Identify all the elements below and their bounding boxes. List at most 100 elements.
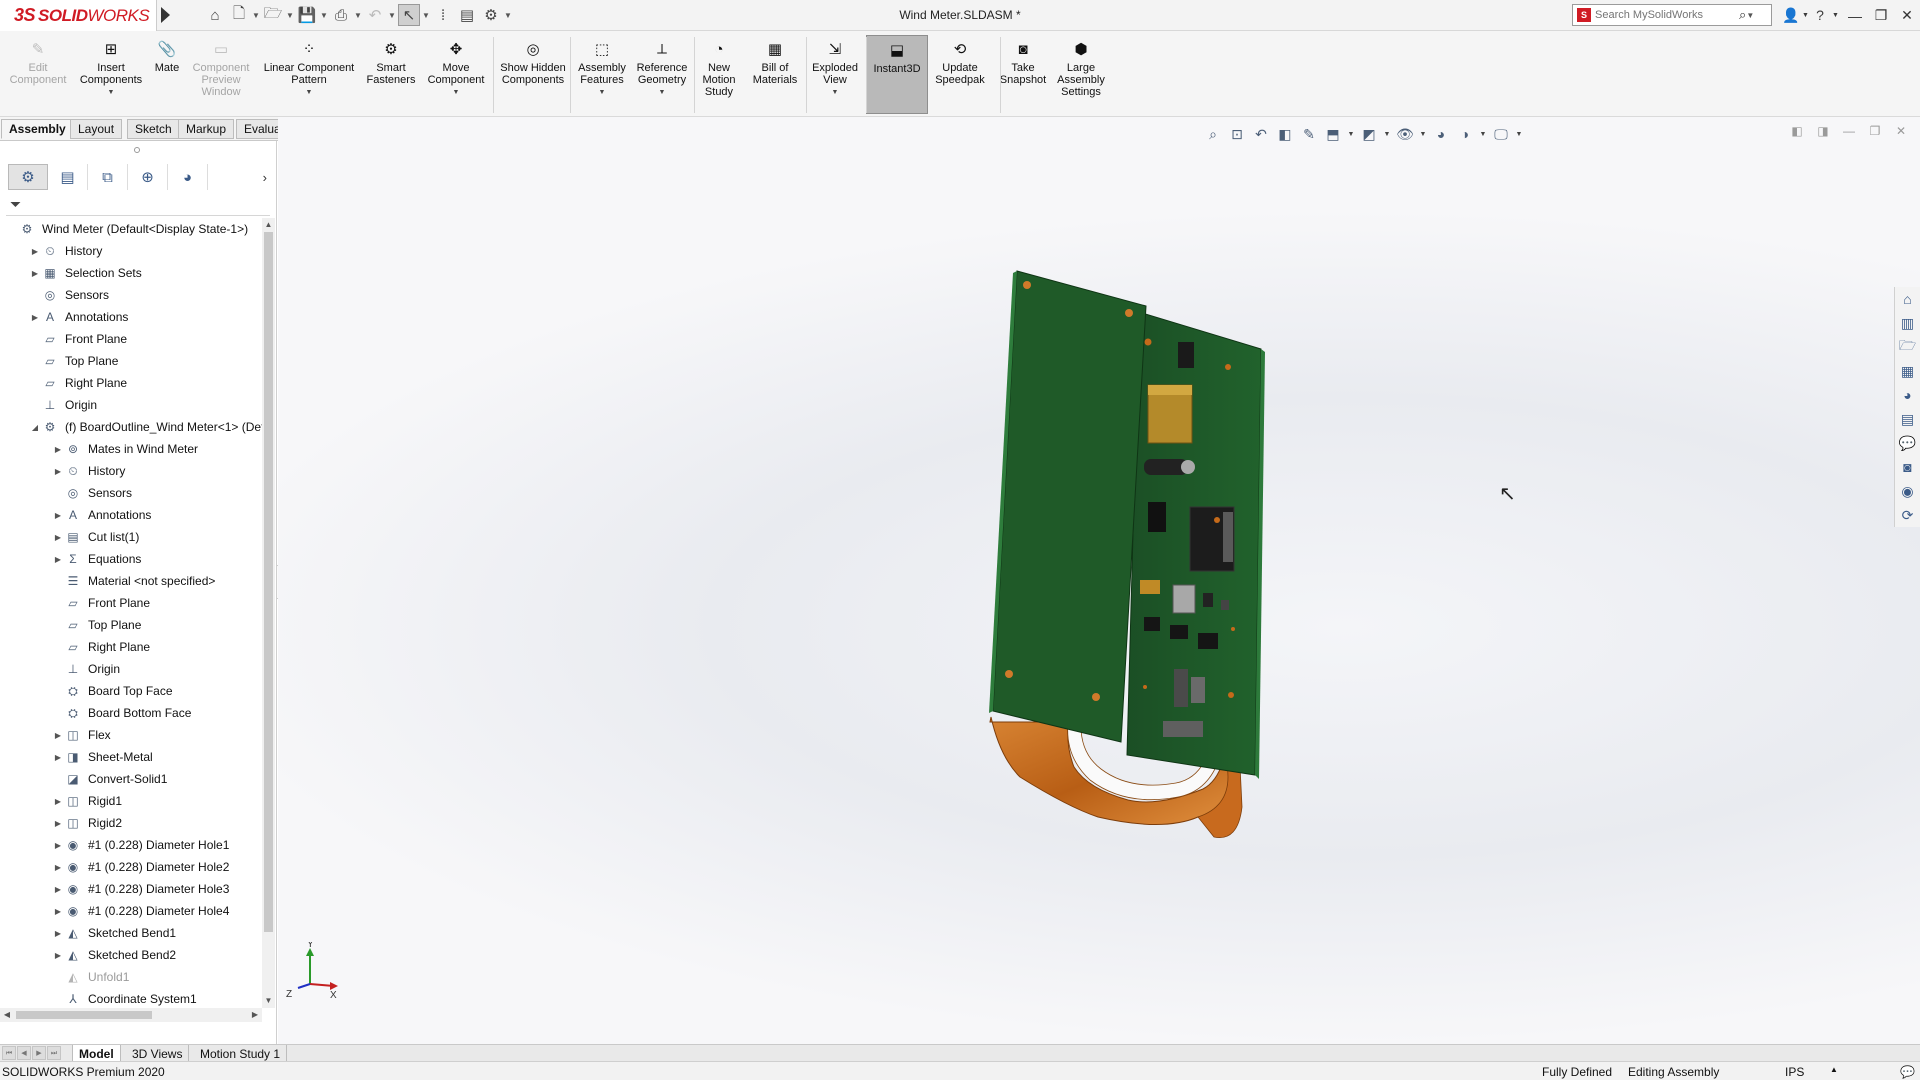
open-folder-icon[interactable]: 🗁 bbox=[262, 4, 284, 26]
tree-vertical-scrollbar[interactable]: ▲ ▼ bbox=[262, 218, 275, 1008]
tree-item[interactable]: ▱ Top Plane bbox=[52, 614, 141, 636]
large-assembly-settings-button[interactable]: ⬢ Large Assembly Settings bbox=[1049, 39, 1113, 98]
custom-properties-icon[interactable]: ▤ bbox=[1901, 407, 1914, 431]
chevron-right-icon[interactable]: › bbox=[263, 170, 267, 185]
bottom-tab-3d-views[interactable]: 3D Views bbox=[126, 1045, 190, 1062]
tree-expander-icon[interactable]: ▶ bbox=[52, 863, 64, 872]
move-component-dropdown-icon[interactable]: ▼ bbox=[453, 87, 460, 99]
select-cursor-icon[interactable]: ↖ bbox=[398, 4, 420, 26]
assembly-features-dropdown-icon[interactable]: ▼ bbox=[599, 87, 606, 99]
tree-item[interactable]: ▶ ◉ #1 (0.228) Diameter Hole1 bbox=[52, 834, 229, 856]
view-palette-icon[interactable]: ▦ bbox=[1901, 359, 1914, 383]
save-icon[interactable]: 💾 bbox=[296, 4, 318, 26]
tree-expander-icon[interactable]: ▶ bbox=[29, 247, 41, 256]
tree-item[interactable]: ▱ Top Plane bbox=[29, 350, 118, 372]
tree-expander-icon[interactable]: ▶ bbox=[29, 313, 41, 322]
plastics-icon[interactable]: ◙ bbox=[1903, 455, 1911, 479]
pcb-assembly-model[interactable] bbox=[278, 117, 1920, 1044]
tree-item[interactable]: ▶ ◭ Sketched Bend2 bbox=[52, 944, 176, 966]
tree-item[interactable]: ⚙ Wind Meter (Default<Display State-1>) bbox=[6, 218, 248, 240]
status-message-icon[interactable]: 💬 bbox=[1900, 1065, 1915, 1079]
update-speedpak-button[interactable]: ⟲ Update Speedpak bbox=[930, 39, 990, 86]
tree-item[interactable]: ◎ Sensors bbox=[52, 482, 132, 504]
solidworks-resources-icon[interactable]: ⌂ bbox=[1903, 287, 1911, 311]
print-dropdown-icon[interactable]: ▼ bbox=[354, 4, 362, 26]
design-library-icon[interactable]: ▥ bbox=[1901, 311, 1914, 335]
tree-expander-icon[interactable]: ▶ bbox=[52, 929, 64, 938]
tree-item[interactable]: ▱ Right Plane bbox=[29, 372, 127, 394]
new-motion-study-button[interactable]: ◔ New Motion Study bbox=[696, 39, 742, 98]
tree-item[interactable]: ◎ Sensors bbox=[29, 284, 109, 306]
tree-expander-icon[interactable]: ▶ bbox=[29, 269, 41, 278]
tree-expander-icon[interactable]: ◢ bbox=[29, 423, 41, 432]
hscroll-thumb[interactable] bbox=[16, 1011, 152, 1019]
tree-item[interactable]: ▶ ◫ Flex bbox=[52, 724, 111, 746]
featuremanager-tab-icon[interactable]: ⚙ bbox=[8, 164, 48, 190]
scroll-right-icon[interactable]: ▶ bbox=[248, 1008, 262, 1022]
linear-component-pattern-dropdown-icon[interactable]: ▼ bbox=[306, 87, 313, 99]
tree-expander-icon[interactable]: ▶ bbox=[52, 731, 64, 740]
tree-expander-icon[interactable]: ▶ bbox=[52, 797, 64, 806]
tree-expander-icon[interactable]: ▶ bbox=[52, 533, 64, 542]
file-properties-icon[interactable]: ▤ bbox=[456, 4, 478, 26]
tree-expander-icon[interactable]: ▶ bbox=[52, 467, 64, 476]
filter-icon[interactable]: ⏷ bbox=[6, 194, 270, 216]
bill-of-materials-button[interactable]: ▦ Bill of Materials bbox=[747, 39, 803, 86]
options-gear-icon[interactable]: ⚙ bbox=[480, 4, 502, 26]
appearances-icon[interactable]: ◕ bbox=[1903, 383, 1911, 407]
undo-dropdown-icon[interactable]: ▼ bbox=[388, 4, 396, 26]
tree-expander-icon[interactable]: ▶ bbox=[52, 819, 64, 828]
displaymanager-tab-icon[interactable]: ◕ bbox=[168, 164, 208, 190]
last-tab-icon[interactable]: ⏭ bbox=[47, 1046, 61, 1060]
new-document-icon[interactable]: 🗋 bbox=[228, 4, 250, 26]
new-dropdown-icon[interactable]: ▼ bbox=[252, 4, 260, 26]
tree-item[interactable]: ◢ ⚙ (f) BoardOutline_Wind Meter<1> (Defau bbox=[29, 416, 262, 438]
smart-fasteners-button[interactable]: ⚙ Smart Fasteners bbox=[361, 39, 421, 86]
tree-expander-icon[interactable]: ▶ bbox=[52, 841, 64, 850]
tree-item[interactable]: ▶ ⊚ Mates in Wind Meter bbox=[52, 438, 198, 460]
insert-components-dropdown-icon[interactable]: ▼ bbox=[108, 87, 115, 99]
options-dropdown-icon[interactable]: ▼ bbox=[504, 4, 512, 26]
traffic-light-icon[interactable]: ⦙ bbox=[432, 4, 454, 26]
scroll-thumb[interactable] bbox=[264, 232, 273, 932]
take-snapshot-button[interactable]: ◙ Take Snapshot bbox=[997, 39, 1049, 86]
extensions-icon[interactable]: ⟳ bbox=[1902, 503, 1914, 527]
save-dropdown-icon[interactable]: ▼ bbox=[320, 4, 328, 26]
tree-item[interactable]: ☰ Material <not specified> bbox=[52, 570, 216, 592]
units-dropdown-icon[interactable]: ▲ bbox=[1830, 1065, 1838, 1074]
forum-icon[interactable]: 💬 bbox=[1899, 431, 1916, 455]
3dexperience-icon[interactable]: ◉ bbox=[1901, 479, 1913, 503]
search-box[interactable]: S ⌕ ▼ bbox=[1572, 4, 1772, 26]
exploded-view-dropdown-icon[interactable]: ▼ bbox=[832, 87, 839, 99]
reference-geometry-button[interactable]: ⟂ Reference Geometry ▼ bbox=[632, 39, 692, 99]
insert-components-button[interactable]: ⊞ Insert Components ▼ bbox=[74, 39, 148, 99]
dimxpertmanager-tab-icon[interactable]: ⊕ bbox=[128, 164, 168, 190]
prev-tab-icon[interactable]: ◀ bbox=[17, 1046, 31, 1060]
tree-item[interactable]: ▶ ◉ #1 (0.228) Diameter Hole3 bbox=[52, 878, 229, 900]
tree-item[interactable]: ⛭ Board Bottom Face bbox=[52, 702, 191, 724]
tab-layout[interactable]: Layout bbox=[70, 119, 123, 139]
linear-component-pattern-button[interactable]: ⁘ Linear Component Pattern ▼ bbox=[259, 39, 359, 99]
user-icon[interactable]: 👤 bbox=[1782, 7, 1799, 24]
tree-item[interactable]: ◭ Unfold1 bbox=[52, 966, 129, 988]
component-preview-window-button[interactable]: ▭ Component Preview Window bbox=[186, 39, 256, 98]
select-dropdown-icon[interactable]: ▼ bbox=[422, 4, 430, 26]
tree-item[interactable]: ▶ ▦ Selection Sets bbox=[29, 262, 142, 284]
unit-system[interactable]: IPS bbox=[1785, 1065, 1804, 1079]
bottom-tab-motion-study-1[interactable]: Motion Study 1 bbox=[194, 1045, 288, 1062]
first-tab-icon[interactable]: ⏮ bbox=[2, 1046, 16, 1060]
show-hidden-components-button[interactable]: ◎ Show Hidden Components bbox=[497, 39, 569, 86]
scroll-up-icon[interactable]: ▲ bbox=[262, 218, 275, 232]
undo-icon[interactable]: ↶ bbox=[364, 4, 386, 26]
tree-item[interactable]: ▶ ◨ Sheet-Metal bbox=[52, 746, 153, 768]
home-icon[interactable]: ⌂ bbox=[204, 4, 226, 26]
move-component-button[interactable]: ✥ Move Component ▼ bbox=[425, 39, 487, 99]
tab-markup[interactable]: Markup bbox=[178, 119, 235, 139]
scroll-down-icon[interactable]: ▼ bbox=[262, 994, 275, 1008]
search-dropdown-icon[interactable]: ▼ bbox=[1746, 4, 1754, 26]
tree-item[interactable]: ▶ A Annotations bbox=[29, 306, 128, 328]
user-dropdown-icon[interactable]: ▼ bbox=[1802, 12, 1809, 19]
minimize-icon[interactable]: — bbox=[1842, 0, 1868, 31]
propertymanager-tab-icon[interactable]: ▤ bbox=[48, 164, 88, 190]
tree-horizontal-scrollbar[interactable]: ◀ ▶ bbox=[0, 1008, 262, 1022]
